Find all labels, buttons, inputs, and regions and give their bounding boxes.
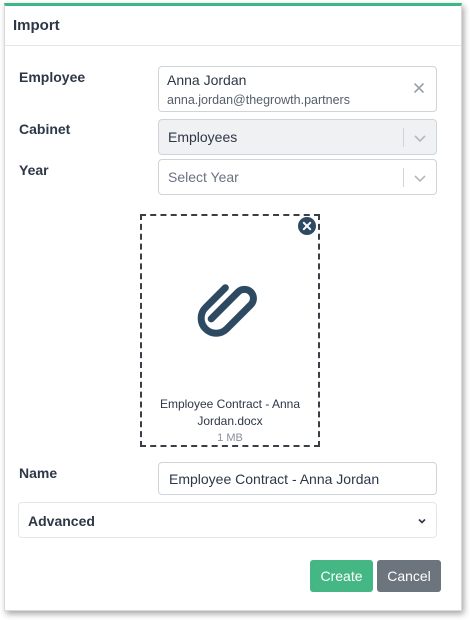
paperclip-icon — [196, 274, 266, 344]
import-dialog: Import Employee Anna Jordan anna.jordan@… — [4, 3, 462, 611]
advanced-section[interactable]: Advanced — [18, 502, 437, 538]
select-separator — [403, 168, 404, 187]
cancel-button[interactable]: Cancel — [377, 560, 441, 592]
chevron-down-icon[interactable] — [413, 171, 427, 185]
employee-name: Anna Jordan — [167, 72, 247, 88]
year-select[interactable]: Select Year — [158, 159, 437, 195]
year-placeholder: Select Year — [168, 169, 239, 185]
clear-employee-icon[interactable] — [412, 81, 426, 95]
year-label: Year — [19, 162, 49, 178]
file-size: 1 MB — [217, 432, 243, 444]
file-dropzone[interactable]: Employee Contract - Anna Jordan.docx 1 M… — [140, 214, 320, 447]
name-input[interactable] — [159, 463, 436, 494]
chevron-down-icon[interactable] — [413, 131, 427, 145]
employee-email: anna.jordan@thegrowth.partners — [167, 93, 350, 107]
remove-file-icon[interactable] — [298, 217, 316, 235]
employee-field[interactable]: Anna Jordan anna.jordan@thegrowth.partne… — [158, 66, 437, 112]
cabinet-label: Cabinet — [19, 121, 71, 137]
chevron-down-icon[interactable] — [416, 514, 428, 526]
name-label: Name — [19, 465, 58, 481]
file-name: Employee Contract - Anna Jordan.docx — [159, 397, 301, 428]
advanced-label: Advanced — [28, 513, 95, 529]
cabinet-value: Employees — [168, 129, 238, 145]
dialog-title: Import — [5, 6, 461, 46]
name-field[interactable] — [158, 462, 437, 495]
employee-label: Employee — [19, 69, 86, 85]
select-separator — [403, 128, 404, 147]
cabinet-select[interactable]: Employees — [158, 119, 437, 155]
create-button[interactable]: Create — [310, 560, 373, 592]
